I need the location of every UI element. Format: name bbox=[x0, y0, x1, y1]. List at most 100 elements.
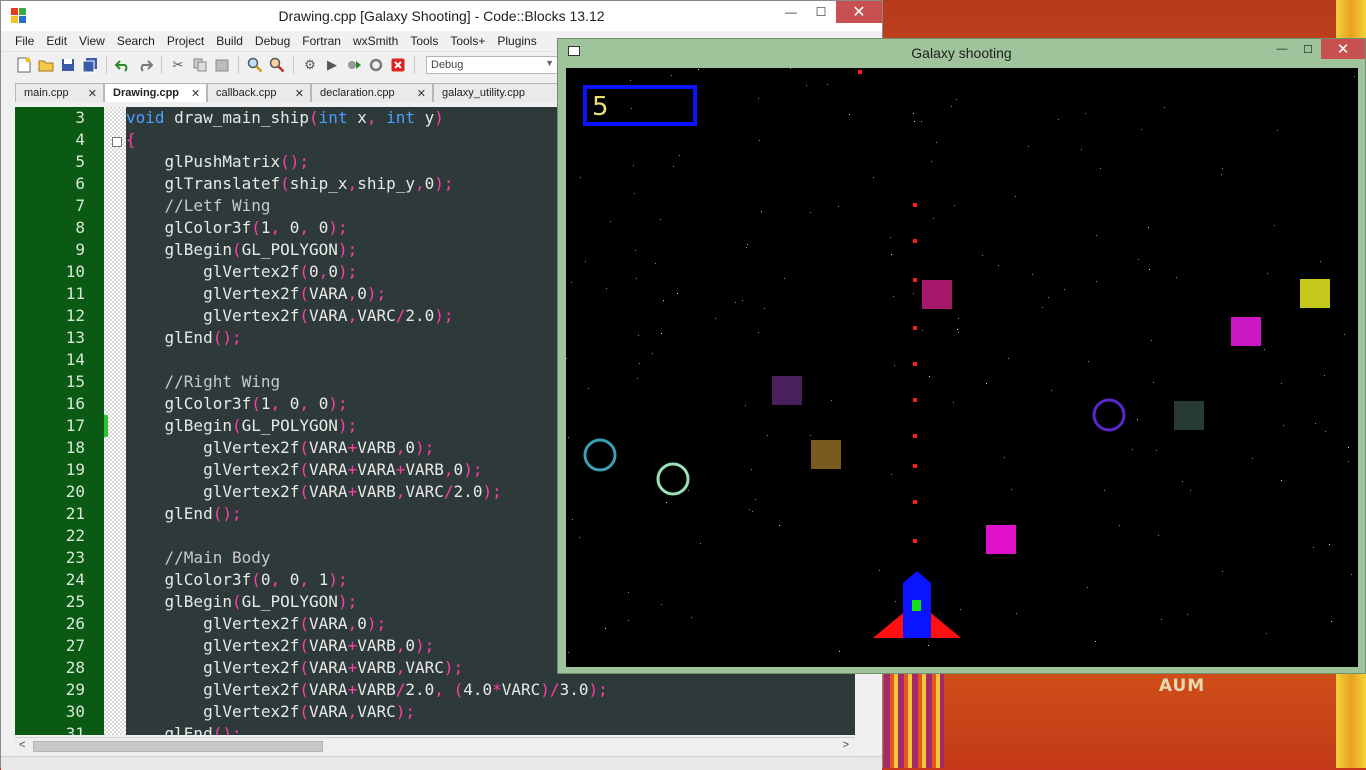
replace-icon[interactable] bbox=[268, 56, 286, 74]
menu-tools-plus[interactable]: Tools+ bbox=[444, 34, 491, 48]
paste-icon[interactable] bbox=[213, 56, 231, 74]
menu-search[interactable]: Search bbox=[111, 34, 161, 48]
tab-close-icon[interactable]: ✕ bbox=[405, 87, 426, 100]
galaxy-titlebar[interactable]: Galaxy shooting — ☐ ✕ bbox=[558, 39, 1365, 65]
menu-build[interactable]: Build bbox=[210, 34, 249, 48]
enemy-ring bbox=[656, 462, 690, 496]
undo-icon[interactable] bbox=[114, 56, 132, 74]
code-text: glColor3f(0, 0, 1); bbox=[126, 570, 348, 589]
menu-plugins[interactable]: Plugins bbox=[491, 34, 542, 48]
line-number: 26 bbox=[65, 614, 85, 633]
star bbox=[631, 108, 632, 109]
menu-wxsmith[interactable]: wxSmith bbox=[347, 34, 404, 48]
menu-fortran[interactable]: Fortran bbox=[296, 34, 347, 48]
save-all-icon[interactable] bbox=[81, 56, 99, 74]
menu-debug[interactable]: Debug bbox=[249, 34, 296, 48]
build-run-icon[interactable] bbox=[345, 56, 363, 74]
redo-icon[interactable] bbox=[136, 56, 154, 74]
line-number: 9 bbox=[75, 240, 85, 259]
tab-main-cpp[interactable]: main.cpp ✕ bbox=[15, 83, 104, 102]
code-text: glVertex2f(VARA,0); bbox=[126, 284, 387, 303]
star bbox=[1058, 119, 1059, 120]
menu-file[interactable]: File bbox=[9, 34, 40, 48]
game-canvas[interactable]: 5 bbox=[566, 68, 1358, 667]
code-text: glVertex2f(VARA+VARB,0); bbox=[126, 636, 435, 655]
enemy-square bbox=[922, 280, 952, 309]
cut-icon[interactable]: ✂ bbox=[169, 56, 187, 74]
star bbox=[779, 525, 780, 526]
star bbox=[1283, 425, 1284, 426]
tab-callback-cpp[interactable]: callback.cpp ✕ bbox=[207, 83, 311, 102]
minimize-button[interactable]: — bbox=[1269, 39, 1295, 59]
code-text: glEnd(); bbox=[126, 328, 242, 347]
star bbox=[936, 142, 937, 143]
star bbox=[1148, 227, 1149, 228]
scroll-right-icon[interactable]: > bbox=[843, 739, 849, 751]
close-button[interactable]: ✕ bbox=[836, 1, 882, 23]
tab-drawing-cpp[interactable]: Drawing.cpp ✕ bbox=[104, 83, 207, 102]
tab-close-icon[interactable]: ✕ bbox=[76, 87, 97, 100]
star bbox=[921, 121, 922, 122]
scroll-left-icon[interactable]: < bbox=[19, 739, 25, 751]
star bbox=[746, 247, 747, 248]
copy-icon[interactable] bbox=[191, 56, 209, 74]
tab-close-icon[interactable]: ✕ bbox=[179, 87, 200, 100]
maximize-button[interactable]: ☐ bbox=[806, 1, 836, 23]
star bbox=[638, 335, 639, 336]
bullet bbox=[913, 239, 917, 243]
enemy-square bbox=[1174, 401, 1204, 430]
save-icon[interactable] bbox=[59, 56, 77, 74]
maximize-button[interactable]: ☐ bbox=[1295, 39, 1321, 59]
star bbox=[1187, 614, 1188, 615]
line-number: 16 bbox=[65, 394, 85, 413]
bullet bbox=[858, 70, 862, 74]
star bbox=[758, 332, 759, 333]
galaxy-title: Galaxy shooting bbox=[911, 45, 1012, 61]
menu-edit[interactable]: Edit bbox=[40, 34, 73, 48]
find-icon[interactable] bbox=[246, 56, 264, 74]
star bbox=[1137, 419, 1138, 420]
bullet-trail bbox=[858, 70, 917, 543]
codeblocks-titlebar[interactable]: Drawing.cpp [Galaxy Shooting] - Code::Bl… bbox=[1, 1, 882, 31]
rebuild-icon[interactable] bbox=[367, 56, 385, 74]
tab-declaration-cpp[interactable]: declaration.cpp ✕ bbox=[311, 83, 433, 102]
star bbox=[1222, 571, 1223, 572]
star bbox=[891, 474, 892, 475]
star bbox=[742, 300, 743, 301]
star bbox=[960, 609, 961, 610]
star bbox=[1008, 358, 1009, 359]
star bbox=[745, 405, 746, 406]
build-gear-icon[interactable]: ⚙ bbox=[301, 56, 319, 74]
scroll-thumb[interactable] bbox=[33, 741, 323, 752]
star bbox=[759, 140, 760, 141]
star bbox=[1151, 340, 1152, 341]
close-button[interactable]: ✕ bbox=[1321, 39, 1365, 59]
bullet bbox=[913, 326, 917, 330]
new-file-icon[interactable] bbox=[15, 56, 33, 74]
star bbox=[767, 435, 768, 436]
line-number: 24 bbox=[65, 570, 85, 589]
star bbox=[1015, 196, 1016, 197]
code-line: 29 glVertex2f(VARA+VARB/2.0, (4.0*VARC)/… bbox=[15, 679, 855, 701]
tab-galaxy-utility-cpp[interactable]: galaxy_utility.cpp bbox=[433, 83, 563, 102]
tab-close-icon[interactable]: ✕ bbox=[283, 87, 304, 100]
star bbox=[827, 84, 828, 85]
horizontal-scrollbar[interactable]: < > bbox=[15, 737, 855, 755]
menu-tools[interactable]: Tools bbox=[404, 34, 444, 48]
build-target-select[interactable]: Debug ▼ bbox=[426, 56, 558, 74]
star bbox=[628, 620, 629, 621]
star bbox=[764, 308, 765, 309]
menu-view[interactable]: View bbox=[73, 34, 111, 48]
line-number: 5 bbox=[75, 152, 85, 171]
star bbox=[568, 437, 569, 438]
star bbox=[655, 263, 656, 264]
abort-icon[interactable] bbox=[389, 56, 407, 74]
menu-project[interactable]: Project bbox=[161, 34, 210, 48]
star bbox=[1028, 146, 1029, 147]
star bbox=[1051, 390, 1052, 391]
star bbox=[628, 592, 629, 593]
run-icon[interactable]: ▶ bbox=[323, 56, 341, 74]
star bbox=[585, 261, 586, 262]
minimize-button[interactable]: — bbox=[776, 1, 806, 23]
open-folder-icon[interactable] bbox=[37, 56, 55, 74]
